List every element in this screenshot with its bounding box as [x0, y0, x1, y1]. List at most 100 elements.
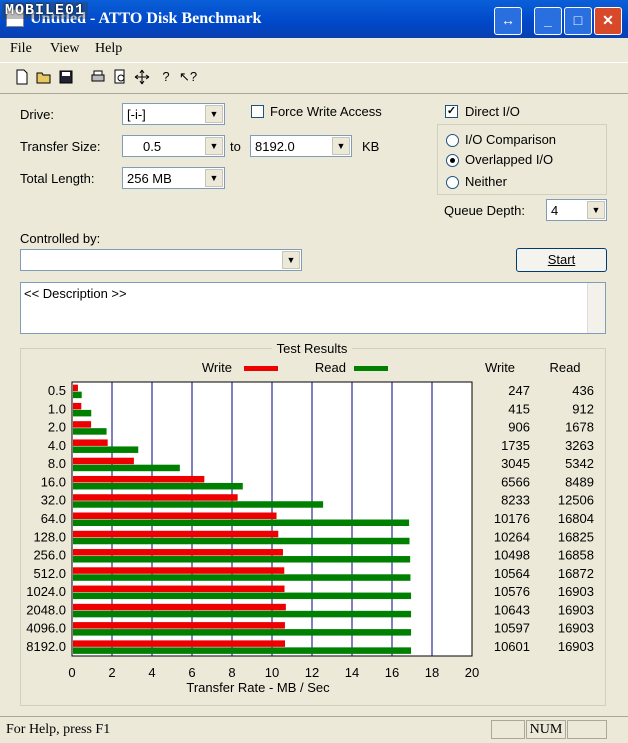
- table-write-value: 247: [508, 383, 530, 398]
- table-read-value: 16872: [558, 566, 594, 581]
- status-panel-scrl: [567, 720, 607, 739]
- read-bar: [73, 482, 243, 490]
- table-write-value: 3045: [501, 456, 530, 471]
- x-tick-label: 14: [345, 665, 359, 680]
- table-write-value: 8233: [501, 493, 530, 508]
- write-bar: [73, 457, 134, 465]
- y-tick-label: 32.0: [41, 493, 66, 508]
- table-write-value: 10576: [494, 584, 530, 599]
- read-bar: [73, 464, 180, 472]
- write-bar: [73, 530, 279, 538]
- y-tick-label: 128.0: [33, 529, 66, 544]
- write-bar: [73, 603, 286, 611]
- read-bar: [73, 610, 412, 618]
- table-write-value: 10498: [494, 548, 530, 563]
- table-read-value: 16858: [558, 548, 594, 563]
- read-bar: [73, 592, 412, 600]
- y-tick-label: 16.0: [41, 474, 66, 489]
- y-tick-label: 1.0: [48, 401, 66, 416]
- write-bar: [73, 640, 286, 647]
- x-tick-label: 16: [385, 665, 399, 680]
- y-tick-label: 8192.0: [26, 639, 66, 654]
- write-bar: [73, 585, 285, 593]
- read-bar: [73, 428, 107, 435]
- write-bar: [73, 439, 108, 446]
- write-bar: [73, 494, 238, 501]
- x-tick-label: 8: [228, 665, 235, 680]
- table-read-value: 16903: [558, 621, 594, 636]
- table-read-value: 912: [572, 401, 594, 416]
- status-panel-caps: [491, 720, 525, 739]
- read-bar: [73, 647, 412, 654]
- read-bar: [73, 501, 324, 508]
- table-write-value: 415: [508, 401, 530, 416]
- read-bar: [73, 519, 410, 526]
- read-bar: [73, 556, 411, 563]
- y-tick-label: 4096.0: [26, 621, 66, 636]
- x-tick-label: 0: [68, 665, 75, 680]
- read-bar: [73, 629, 412, 636]
- write-bar: [73, 384, 78, 392]
- read-bar: [73, 446, 139, 453]
- table-read-value: 5342: [565, 456, 594, 471]
- y-tick-label: 256.0: [33, 548, 66, 563]
- write-bar: [73, 421, 92, 428]
- table-write-value: 10264: [494, 529, 530, 544]
- write-bar: [73, 567, 285, 574]
- y-tick-label: 2.0: [48, 420, 66, 435]
- table-read-value: 1678: [565, 420, 594, 435]
- table-write-value: 10643: [494, 602, 530, 617]
- legend-read-swatch: [354, 366, 388, 371]
- x-tick-label: 2: [108, 665, 115, 680]
- x-axis-label: Transfer Rate - MB / Sec: [186, 680, 330, 695]
- table-read-value: 16903: [558, 602, 594, 617]
- table-read-value: 16903: [558, 639, 594, 654]
- y-tick-label: 64.0: [41, 511, 66, 526]
- read-bar: [73, 537, 410, 545]
- table-header-write: Write: [485, 360, 515, 375]
- table-read-value: 12506: [558, 493, 594, 508]
- y-tick-label: 1024.0: [26, 584, 66, 599]
- legend-write-label: Write: [202, 360, 232, 375]
- table-read-value: 3263: [565, 438, 594, 453]
- x-tick-label: 6: [188, 665, 195, 680]
- read-bar: [73, 391, 82, 399]
- y-tick-label: 8.0: [48, 456, 66, 471]
- table-read-value: 8489: [565, 474, 594, 489]
- write-bar: [73, 622, 285, 629]
- status-bar: For Help, press F1 NUM: [0, 716, 628, 743]
- write-bar: [73, 475, 205, 483]
- results-title: Test Results: [277, 341, 348, 356]
- table-read-value: 16804: [558, 511, 594, 526]
- status-num: NUM: [526, 720, 566, 739]
- x-tick-label: 20: [465, 665, 479, 680]
- table-write-value: 10597: [494, 621, 530, 636]
- results-chart: Test Results Write Read Write Read 0 2 4 6 8 10 12 1…: [26, 341, 594, 695]
- read-bar: [73, 574, 411, 581]
- legend-read-label: Read: [315, 360, 346, 375]
- y-tick-label: 512.0: [33, 566, 66, 581]
- y-tick-label: 2048.0: [26, 602, 66, 617]
- x-tick-label: 4: [148, 665, 155, 680]
- read-bar: [73, 409, 92, 417]
- table-read-value: 16825: [558, 529, 594, 544]
- table-write-value: 10601: [494, 639, 530, 654]
- y-tick-label: 0.5: [48, 383, 66, 398]
- write-bar: [73, 402, 82, 410]
- write-bar: [73, 549, 283, 556]
- table-write-value: 906: [508, 420, 530, 435]
- x-tick-label: 18: [425, 665, 439, 680]
- table-write-value: 10564: [494, 566, 530, 581]
- table-write-value: 1735: [501, 438, 530, 453]
- table-header-read: Read: [549, 360, 580, 375]
- table-write-value: 10176: [494, 511, 530, 526]
- x-tick-label: 10: [265, 665, 279, 680]
- table-write-value: 6566: [501, 474, 530, 489]
- table-read-value: 16903: [558, 584, 594, 599]
- status-help-text: For Help, press F1: [6, 722, 111, 737]
- y-tick-label: 4.0: [48, 438, 66, 453]
- table-read-value: 436: [572, 383, 594, 398]
- x-tick-label: 12: [305, 665, 319, 680]
- legend-write-swatch: [244, 366, 278, 371]
- write-bar: [73, 512, 277, 519]
